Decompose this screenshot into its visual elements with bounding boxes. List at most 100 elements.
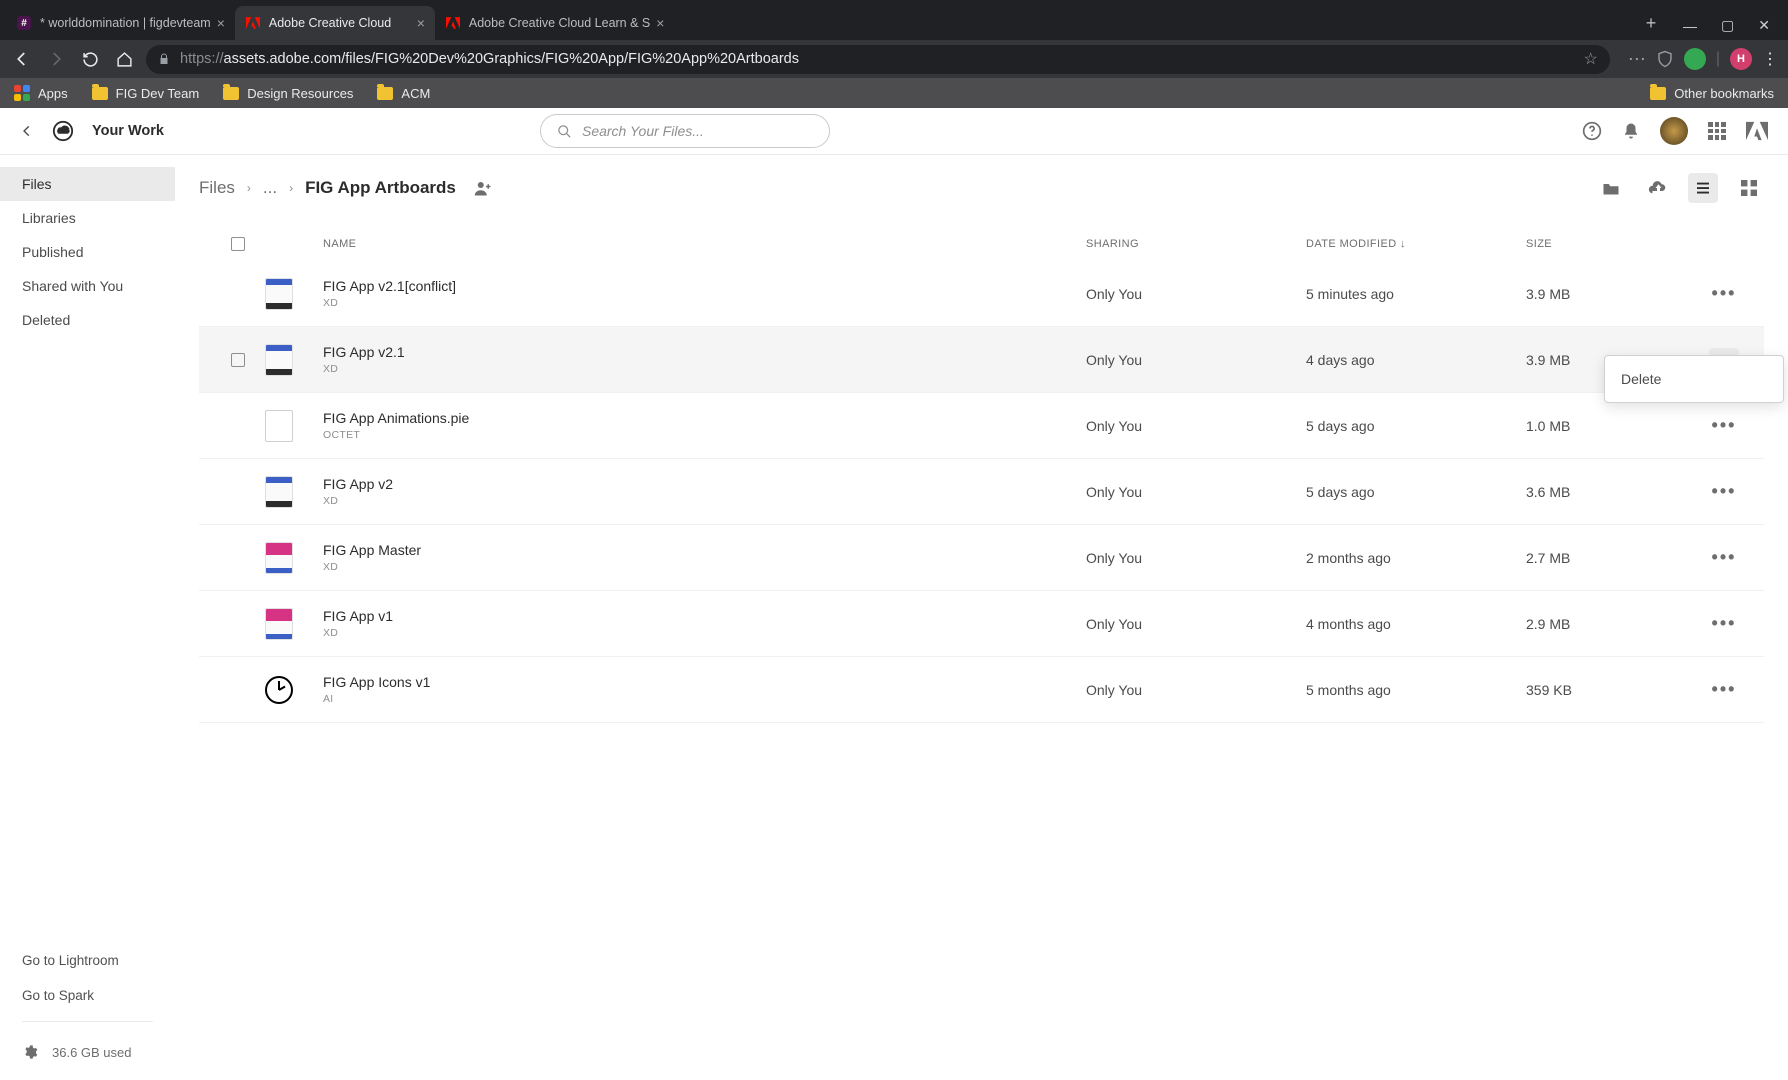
row-actions-button[interactable]: •••	[1709, 546, 1739, 570]
row-checkbox[interactable]	[231, 353, 245, 367]
grid-view-button[interactable]	[1734, 173, 1764, 203]
window-minimize[interactable]: —	[1683, 18, 1697, 34]
bookmarks-bar: Apps FIG Dev Team Design Resources ACM O…	[0, 78, 1788, 108]
table-row[interactable]: FIG App v2.1XDOnly You4 days ago3.9 MB••…	[199, 327, 1764, 393]
browser-tab[interactable]: # * worlddomination | figdevteam×	[6, 6, 235, 40]
browser-toolbar: https://assets.adobe.com/files/FIG%20Dev…	[0, 40, 1788, 78]
sidebar-link-lightroom[interactable]: Go to Lightroom	[22, 943, 153, 978]
breadcrumb: Files › ... › FIG App Artboards	[199, 178, 492, 198]
file-thumbnail	[265, 542, 323, 574]
list-view-button[interactable]	[1688, 173, 1718, 203]
table-row[interactable]: FIG App Icons v1AIOnly You5 months ago35…	[199, 657, 1764, 723]
file-type: XD	[323, 363, 1086, 375]
creative-cloud-logo-icon[interactable]	[52, 120, 74, 142]
ext-green-icon[interactable]	[1684, 48, 1706, 70]
file-date: 5 months ago	[1306, 682, 1526, 698]
file-thumbnail	[265, 608, 323, 640]
new-folder-icon[interactable]	[1596, 173, 1626, 203]
bookmark-folder-acm[interactable]: ACM	[377, 86, 430, 101]
col-sharing[interactable]: SHARING	[1086, 238, 1306, 250]
breadcrumb-mid[interactable]: ...	[263, 178, 277, 198]
user-avatar[interactable]	[1660, 117, 1688, 145]
chrome-menu-icon[interactable]: ⋮	[1762, 49, 1778, 69]
sidebar-item-libraries[interactable]: Libraries	[0, 201, 175, 235]
search-input[interactable]: Search Your Files...	[540, 114, 830, 148]
ext-icon[interactable]: ⋯	[1628, 49, 1646, 70]
sidebar-item-files[interactable]: Files	[0, 167, 175, 201]
tab-close-icon[interactable]: ×	[650, 15, 664, 31]
nav-home-icon[interactable]	[112, 47, 136, 71]
adobe-logo-icon[interactable]	[1746, 121, 1768, 141]
new-tab-button[interactable]: +	[1637, 9, 1665, 37]
file-thumbnail	[265, 344, 323, 376]
sidebar: FilesLibrariesPublishedShared with YouDe…	[0, 155, 175, 1080]
nav-back-icon[interactable]	[10, 47, 34, 71]
sidebar-link-spark[interactable]: Go to Spark	[22, 978, 153, 1013]
browser-tab[interactable]: Adobe Creative Cloud Learn & S×	[435, 6, 675, 40]
main-area: FilesLibrariesPublishedShared with YouDe…	[0, 155, 1788, 1080]
sidebar-item-deleted[interactable]: Deleted	[0, 303, 175, 337]
row-actions-button[interactable]: •••	[1709, 480, 1739, 504]
bookmark-star-icon[interactable]: ☆	[1584, 49, 1598, 69]
select-all-checkbox[interactable]	[231, 237, 245, 251]
breadcrumb-current: FIG App Artboards	[305, 178, 456, 198]
help-icon[interactable]	[1582, 121, 1602, 141]
nav-forward-icon[interactable]	[44, 47, 68, 71]
context-menu-delete[interactable]: Delete	[1605, 362, 1783, 396]
file-name: FIG App Animations.pie	[323, 410, 1086, 426]
bookmark-folder-design[interactable]: Design Resources	[223, 86, 353, 101]
other-bookmarks[interactable]: Other bookmarks	[1650, 86, 1774, 101]
table-row[interactable]: FIG App MasterXDOnly You2 months ago2.7 …	[199, 525, 1764, 591]
file-sharing: Only You	[1086, 616, 1306, 632]
tab-close-icon[interactable]: ×	[211, 15, 225, 31]
table-row[interactable]: FIG App v1XDOnly You4 months ago2.9 MB••…	[199, 591, 1764, 657]
file-sharing: Only You	[1086, 550, 1306, 566]
sidebar-item-published[interactable]: Published	[0, 235, 175, 269]
tab-favicon-icon	[445, 15, 461, 31]
file-thumbnail	[265, 278, 323, 310]
divider	[22, 1021, 153, 1022]
context-menu: Delete	[1604, 355, 1784, 403]
app-switcher-icon[interactable]	[1708, 122, 1726, 140]
bookmark-apps[interactable]: Apps	[14, 85, 68, 101]
row-actions-button[interactable]: •••	[1709, 612, 1739, 636]
file-table: NAME SHARING DATE MODIFIED ↓ SIZE FIG Ap…	[199, 227, 1764, 723]
tab-favicon-icon: #	[16, 15, 32, 31]
tab-close-icon[interactable]: ×	[411, 15, 425, 31]
row-actions-button[interactable]: •••	[1709, 414, 1739, 438]
table-row[interactable]: FIG App v2XDOnly You5 days ago3.6 MB•••	[199, 459, 1764, 525]
table-row[interactable]: FIG App v2.1[conflict]XDOnly You5 minute…	[199, 261, 1764, 327]
folder-icon	[92, 87, 108, 100]
col-date[interactable]: DATE MODIFIED ↓	[1306, 238, 1526, 250]
sidebar-item-shared-with-you[interactable]: Shared with You	[0, 269, 175, 303]
tab-title: Adobe Creative Cloud	[269, 16, 391, 30]
address-bar[interactable]: https://assets.adobe.com/files/FIG%20Dev…	[146, 45, 1610, 74]
window-controls: — ▢ ✕	[1665, 17, 1788, 40]
ext-shield-icon[interactable]	[1656, 50, 1674, 68]
profile-avatar[interactable]: H	[1730, 48, 1752, 70]
col-name[interactable]: NAME	[323, 238, 1086, 250]
row-actions-button[interactable]: •••	[1709, 678, 1739, 702]
breadcrumb-root[interactable]: Files	[199, 178, 235, 198]
browser-tab[interactable]: Adobe Creative Cloud ×	[235, 6, 435, 40]
search-placeholder: Search Your Files...	[582, 123, 704, 139]
row-actions-button[interactable]: •••	[1709, 282, 1739, 306]
page-title: Your Work	[92, 123, 164, 139]
window-maximize[interactable]: ▢	[1721, 17, 1734, 34]
cc-back-icon[interactable]	[20, 124, 34, 138]
storage-usage[interactable]: 36.6 GB used	[22, 1030, 153, 1060]
table-row[interactable]: FIG App Animations.pieOCTETOnly You5 day…	[199, 393, 1764, 459]
upload-icon[interactable]	[1642, 173, 1672, 203]
file-type: XD	[323, 627, 1086, 639]
bookmark-folder-figdev[interactable]: FIG Dev Team	[92, 86, 200, 101]
add-people-icon[interactable]	[474, 180, 492, 196]
search-icon	[557, 124, 572, 139]
tab-title: * worlddomination | figdevteam	[40, 16, 211, 30]
chevron-right-icon: ›	[247, 181, 251, 195]
window-close[interactable]: ✕	[1758, 17, 1770, 34]
notifications-icon[interactable]	[1622, 121, 1640, 141]
apps-grid-icon	[14, 85, 30, 101]
nav-reload-icon[interactable]	[78, 47, 102, 71]
col-size[interactable]: SIZE	[1526, 238, 1696, 250]
content: Files › ... › FIG App Artboards	[175, 155, 1788, 1080]
